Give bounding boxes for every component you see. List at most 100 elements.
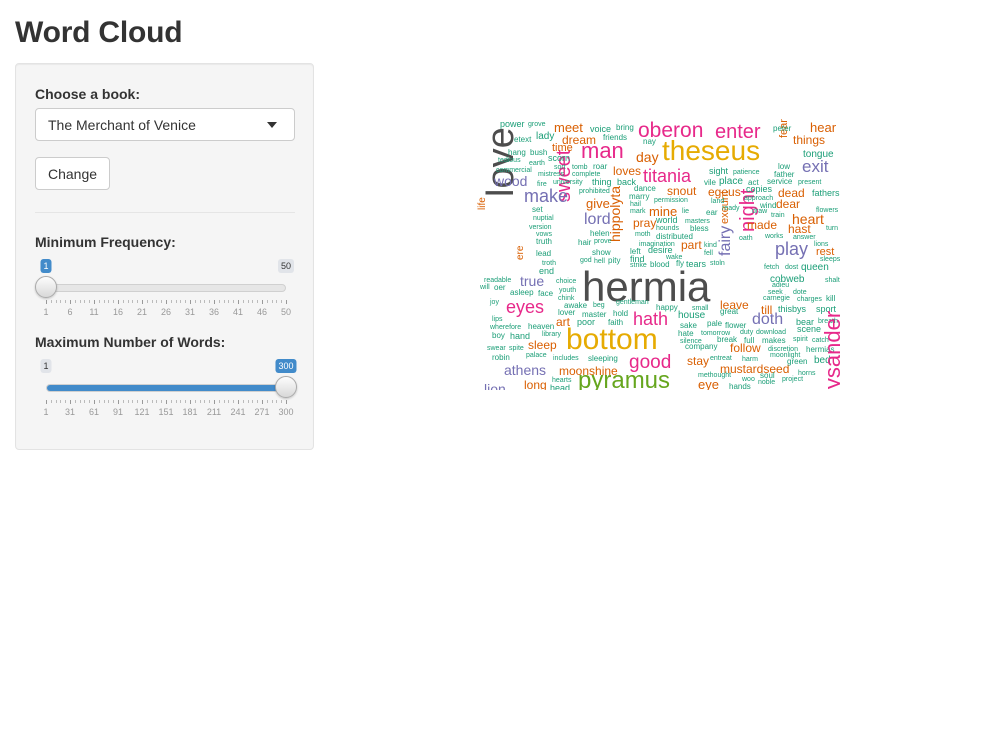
cloud-word: lead <box>536 249 552 258</box>
cloud-word: true <box>520 273 545 289</box>
cloud-word: works <box>765 233 784 240</box>
cloud-word: hell <box>594 258 605 265</box>
cloud-word: dear <box>776 197 801 211</box>
slider-minor-tick <box>60 400 62 403</box>
cloud-word: hang <box>508 148 526 157</box>
min-frequency-slider[interactable]: 1 50 1 6 11 16 21 26 31 36 41 46 50 <box>35 259 297 334</box>
cloud-word: wherefore <box>490 324 522 331</box>
slider-tick <box>142 400 143 404</box>
cloud-word: queen <box>801 262 829 273</box>
slider-minor-tick <box>271 400 273 403</box>
cloud-word: give <box>586 196 610 211</box>
cloud-word: exit <box>802 157 829 176</box>
slider-minor-tick <box>122 400 124 403</box>
slider-min-badge: 1 <box>40 359 52 373</box>
slider-minor-tick <box>276 300 278 303</box>
max-words-slider[interactable]: 1 300 1 31 61 91 121 151 181 211 241 271 300 <box>35 359 297 434</box>
slider-tick-label: 46 <box>256 307 268 317</box>
slider-minor-tick <box>89 300 91 303</box>
slider-minor-tick <box>209 400 211 403</box>
cloud-word: flowers <box>816 207 839 214</box>
cloud-word: fell <box>704 250 713 257</box>
cloud-word: bring <box>616 123 634 132</box>
slider-minor-tick <box>199 300 201 303</box>
cloud-word: helen <box>590 229 610 238</box>
slider-minor-tick <box>247 300 249 303</box>
cloud-word: beg <box>593 302 605 309</box>
slider-minor-tick <box>281 400 283 403</box>
slider-minor-tick <box>175 400 177 403</box>
cloud-word: company <box>685 342 718 351</box>
cloud-word: dost <box>785 264 799 271</box>
cloud-word: moonshine <box>559 364 618 378</box>
cloud-word: titania <box>643 166 692 186</box>
slider-minor-tick <box>122 300 124 303</box>
cloud-word: distributed <box>656 232 693 241</box>
slider-minor-tick <box>266 400 268 403</box>
cloud-word: duty <box>740 329 754 336</box>
slider-minor-tick <box>242 400 244 403</box>
slider-track <box>46 384 286 392</box>
slider-minor-tick <box>266 300 268 303</box>
slider-tick <box>166 300 167 304</box>
slider-tick-label: 11 <box>89 307 99 317</box>
slider-minor-tick <box>180 400 182 403</box>
cloud-word: long <box>524 378 547 390</box>
book-select[interactable]: The Merchant of Venice <box>35 108 295 141</box>
cloud-word: lie <box>682 208 690 215</box>
slider-value-badge: 300 <box>275 359 297 373</box>
slider-minor-tick <box>137 400 139 403</box>
cloud-word: eye <box>698 377 719 390</box>
cloud-word: will <box>480 284 490 291</box>
slider-minor-tick <box>137 300 139 303</box>
cloud-word: permission <box>654 197 688 204</box>
cloud-word: heaven <box>528 322 555 331</box>
cloud-word: hippolyta <box>607 185 623 242</box>
slider-tick <box>286 400 287 404</box>
slider-minor-tick <box>55 300 57 303</box>
slider-minor-tick <box>185 400 187 403</box>
cloud-word: fairy <box>717 225 734 256</box>
cloud-word: hail <box>630 201 641 208</box>
cloud-word: peter <box>773 124 792 133</box>
min-frequency-label: Minimum Frequency: <box>35 234 176 250</box>
slider-tick <box>262 300 263 304</box>
cloud-word: prohibited <box>579 188 610 195</box>
slider-minor-tick <box>84 300 86 303</box>
cloud-word: lover <box>558 308 576 317</box>
cloud-word: stoln <box>710 260 725 267</box>
cloud-word: day <box>636 149 659 165</box>
slider-minor-tick <box>233 300 235 303</box>
cloud-word: hold <box>613 309 629 318</box>
slider-handle[interactable] <box>275 376 297 398</box>
cloud-word: charges <box>797 296 822 303</box>
cloud-word: eyes <box>506 297 545 317</box>
cloud-word: kind <box>704 242 717 249</box>
cloud-word: copies <box>746 184 773 194</box>
cloud-word: asleep <box>510 288 534 297</box>
book-label: Choose a book: <box>35 86 141 102</box>
cloud-word: place <box>719 176 743 187</box>
slider-minor-tick <box>204 400 206 403</box>
cloud-word: tears <box>686 259 707 269</box>
change-button[interactable]: Change <box>35 157 110 190</box>
slider-tick <box>190 400 191 404</box>
slider-ticks: 1 6 11 16 21 26 31 36 41 46 50 <box>43 300 291 320</box>
slider-tick <box>214 400 215 404</box>
cloud-word: stay <box>687 354 710 368</box>
slider-handle[interactable] <box>35 276 57 298</box>
cloud-word: sort <box>554 164 566 171</box>
cloud-word: thisbys <box>778 304 807 314</box>
slider-minor-tick <box>103 300 105 303</box>
cloud-word: make <box>524 186 569 206</box>
slider-minor-tick <box>271 300 273 303</box>
cloud-word: happy <box>656 303 678 312</box>
cloud-word: gentleman <box>616 299 649 306</box>
cloud-word: fathers <box>812 188 840 198</box>
cloud-word: turn <box>826 225 839 232</box>
slider-minor-tick <box>223 400 225 403</box>
cloud-word: full <box>744 336 755 345</box>
slider-minor-tick <box>151 300 153 303</box>
slider-tick <box>238 300 239 304</box>
slider-minor-tick <box>84 400 86 403</box>
